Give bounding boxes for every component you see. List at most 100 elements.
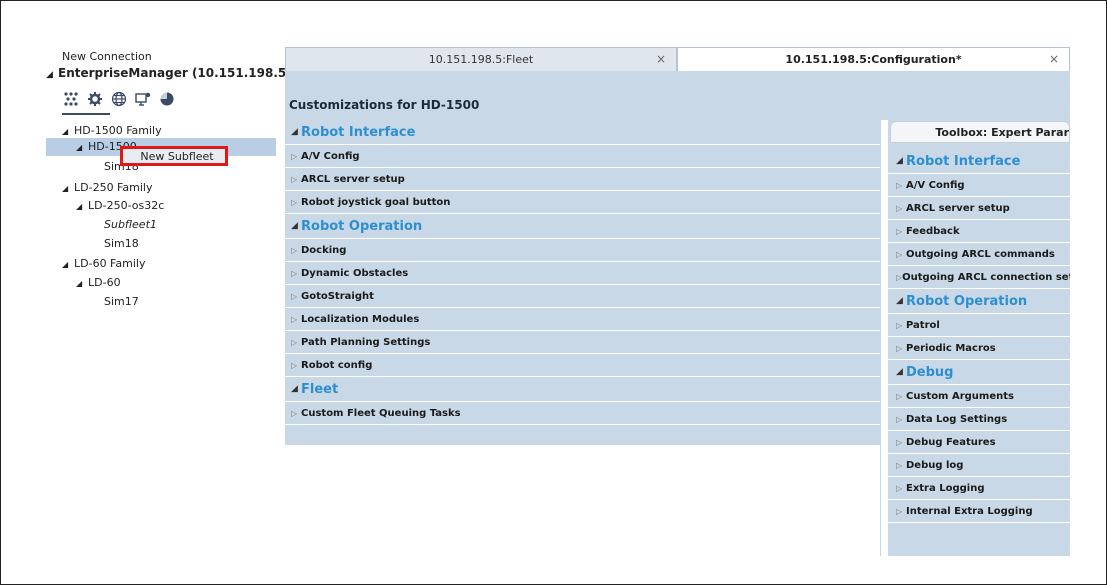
- tree-node-subfleet1[interactable]: Subfleet1: [104, 218, 157, 231]
- toolbox-item-label: Periodic Macros: [906, 342, 996, 354]
- expand-triangle-icon: ▷: [896, 414, 903, 424]
- toolbox-item[interactable]: ▷ Debug Features: [888, 431, 1070, 454]
- toolbox-item[interactable]: ▷ ARCL server setup: [888, 197, 1070, 220]
- toolbox-item[interactable]: ▷ A/V Config: [888, 174, 1070, 197]
- expand-triangle-icon: ▷: [896, 506, 903, 516]
- list-item[interactable]: ▷ ARCL server setup: [285, 168, 880, 191]
- expand-triangle-icon: ▷: [291, 360, 298, 370]
- fleet-network-icon[interactable]: [62, 90, 80, 108]
- section-robot-operation[interactable]: ◢ Robot Operation: [285, 214, 880, 239]
- collapse-triangle-icon[interactable]: ◢: [62, 184, 74, 193]
- list-item-label: Dynamic Obstacles: [301, 267, 409, 279]
- tree-node-hd1500-family[interactable]: ◢ HD-1500 Family: [62, 124, 162, 137]
- enterprise-manager-node[interactable]: ◢ EnterpriseManager (10.151.198.5)*: [46, 66, 298, 80]
- expand-triangle-icon: ▷: [896, 320, 903, 330]
- collapse-triangle-icon[interactable]: ◢: [76, 143, 88, 152]
- toolbox-item[interactable]: ▷ Debug log: [888, 454, 1070, 477]
- expand-triangle-icon: ▷: [291, 291, 298, 301]
- section-title: Robot Interface: [906, 153, 1021, 169]
- list-item[interactable]: ▷ Robot config: [285, 354, 880, 377]
- list-item[interactable]: ▷ GotoStraight: [285, 285, 880, 308]
- context-menu-item-label: New Subfleet: [140, 149, 214, 163]
- toolbox-item[interactable]: ▷ Internal Extra Logging: [888, 500, 1070, 523]
- toolbox-section-robot-operation[interactable]: ◢ Robot Operation: [888, 289, 1070, 314]
- tree-node-ld250-family[interactable]: ◢ LD-250 Family: [62, 181, 152, 194]
- tab-configuration[interactable]: 10.151.198.5:Configuration* ×: [677, 47, 1070, 71]
- list-item[interactable]: ▷ Localization Modules: [285, 308, 880, 331]
- list-item[interactable]: ▷ Dynamic Obstacles: [285, 262, 880, 285]
- expand-triangle-icon: ▷: [291, 174, 298, 184]
- toolbox-item-label: Custom Arguments: [906, 390, 1014, 402]
- tree-node-label: LD-250 Family: [74, 181, 153, 194]
- collapse-triangle-icon[interactable]: ◢: [62, 127, 74, 136]
- toolbox-section-robot-interface[interactable]: ◢ Robot Interface: [888, 149, 1070, 174]
- tree-node-sim18-ld250[interactable]: Sim18: [104, 237, 139, 250]
- list-empty-area: [285, 445, 880, 556]
- toolbox-item[interactable]: ▷ Outgoing ARCL connection setu: [888, 266, 1070, 289]
- context-menu-new-subfleet[interactable]: New Subfleet: [120, 146, 228, 166]
- list-item[interactable]: ▷ Custom Fleet Queuing Tasks: [285, 402, 880, 425]
- collapse-triangle-icon[interactable]: ◢: [46, 70, 58, 80]
- expand-triangle-icon: ▷: [291, 151, 298, 161]
- expand-triangle-icon: ▷: [291, 337, 298, 347]
- toolbox-item-label: Internal Extra Logging: [906, 505, 1033, 517]
- toolbar-active-indicator: [62, 113, 110, 115]
- expand-triangle-icon: ▷: [291, 408, 298, 418]
- collapse-triangle-icon[interactable]: ◢: [76, 202, 88, 211]
- close-icon[interactable]: ×: [1049, 52, 1059, 66]
- toolbox-section-debug[interactable]: ◢ Debug: [888, 360, 1070, 385]
- collapse-triangle-icon: ◢: [896, 367, 903, 377]
- list-item[interactable]: ▷ Robot joystick goal button: [285, 191, 880, 214]
- collapse-triangle-icon: ◢: [896, 296, 903, 306]
- customizations-title: Customizations for HD-1500: [289, 98, 480, 112]
- section-title: Robot Operation: [301, 218, 423, 234]
- panel-divider: [881, 120, 888, 556]
- tab-label: 10.151.198.5:Configuration*: [785, 53, 962, 66]
- section-fleet[interactable]: ◢ Fleet: [285, 377, 880, 402]
- toolbox-item[interactable]: ▷ Outgoing ARCL commands: [888, 243, 1070, 266]
- close-icon[interactable]: ×: [656, 52, 666, 66]
- list-item-label: A/V Config: [301, 150, 360, 162]
- list-item-label: Custom Fleet Queuing Tasks: [301, 407, 461, 419]
- tree-node-sim17[interactable]: Sim17: [104, 295, 139, 308]
- list-item[interactable]: ▷ Path Planning Settings: [285, 331, 880, 354]
- tree-node-ld250-os32c[interactable]: ◢ LD-250-os32c: [76, 199, 164, 212]
- pie-chart-icon[interactable]: [158, 90, 176, 108]
- toolbox-item-label: Data Log Settings: [906, 413, 1008, 425]
- collapse-triangle-icon[interactable]: ◢: [76, 279, 88, 288]
- section-title: Fleet: [301, 381, 339, 397]
- expand-triangle-icon: ▷: [896, 437, 903, 447]
- toolbox-item[interactable]: ▷ Feedback: [888, 220, 1070, 243]
- toolbox-item-label: Feedback: [906, 225, 960, 237]
- document-tabs: 10.151.198.5:Fleet × 10.151.198.5:Config…: [285, 47, 1070, 71]
- expand-triangle-icon: ▷: [291, 314, 298, 324]
- toolbox-item[interactable]: ▷ Custom Arguments: [888, 385, 1070, 408]
- collapse-triangle-icon: ◢: [291, 384, 298, 394]
- toolbox-item[interactable]: ▷ Periodic Macros: [888, 337, 1070, 360]
- tree-node-ld60[interactable]: ◢ LD-60: [76, 276, 121, 289]
- section-robot-interface[interactable]: ◢ Robot Interface: [285, 120, 880, 145]
- new-connection-link[interactable]: New Connection: [62, 50, 152, 63]
- list-item[interactable]: ▷ A/V Config: [285, 145, 880, 168]
- list-item[interactable]: ▷ Docking: [285, 239, 880, 262]
- expand-triangle-icon: ▷: [896, 249, 903, 259]
- section-title: Robot Operation: [906, 293, 1028, 309]
- tab-fleet[interactable]: 10.151.198.5:Fleet ×: [285, 47, 677, 71]
- toolbox-item-label: Debug Features: [906, 436, 996, 448]
- tree-node-ld60-family[interactable]: ◢ LD-60 Family: [62, 257, 145, 270]
- tree-node-label: Sim18: [104, 237, 139, 250]
- toolbox-item[interactable]: ▷ Extra Logging: [888, 477, 1070, 500]
- toolbox-tab[interactable]: Toolbox: Expert Parar: [890, 121, 1070, 143]
- configuration-panel: Customizations for HD-1500 ◢ Robot Interf…: [285, 71, 1070, 556]
- monitor-settings-icon[interactable]: [134, 90, 152, 108]
- toolbox-list: ◢ Robot Interface ▷ A/V Config ▷ ARCL serve…: [888, 149, 1070, 523]
- enterprise-manager-label: EnterpriseManager (10.151.198.5)*: [58, 66, 299, 80]
- toolbox-item[interactable]: ▷ Patrol: [888, 314, 1070, 337]
- gear-icon[interactable]: [86, 90, 104, 108]
- collapse-triangle-icon: ◢: [896, 156, 903, 166]
- toolbox-item[interactable]: ▷ Data Log Settings: [888, 408, 1070, 431]
- tree-node-label: HD-1500 Family: [74, 124, 162, 137]
- collapse-triangle-icon[interactable]: ◢: [62, 260, 74, 269]
- globe-icon[interactable]: [110, 90, 128, 108]
- list-item-label: Robot joystick goal button: [301, 196, 451, 208]
